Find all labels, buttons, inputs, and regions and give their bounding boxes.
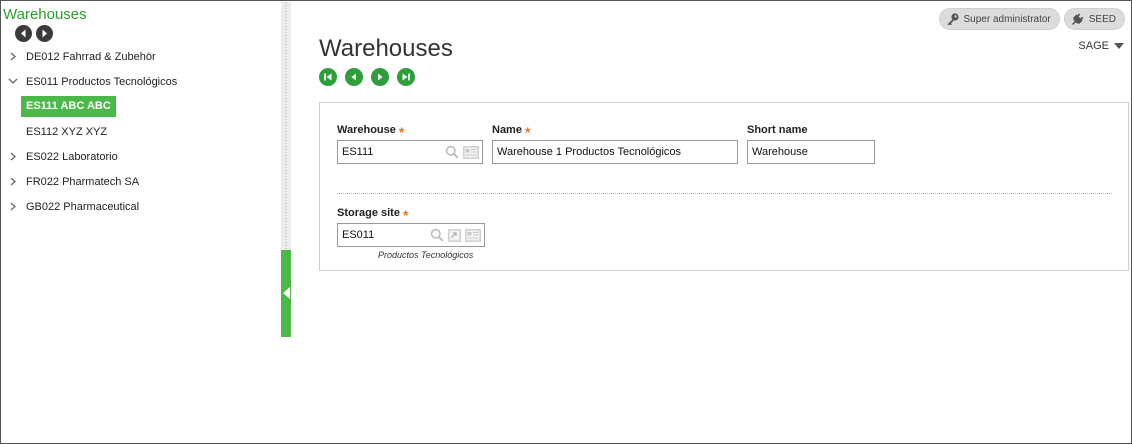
chevron-right-icon[interactable] xyxy=(8,51,18,61)
storage-site-input[interactable]: ES011 xyxy=(337,223,485,247)
tree-item-gb022[interactable]: GB022 Pharmaceutical xyxy=(2,194,281,219)
warehouse-field: Warehouse * ES111 xyxy=(337,123,483,164)
tree-item-label: FR022 Pharmatech SA xyxy=(26,175,140,188)
last-icon xyxy=(402,73,410,81)
tree-item-label: ES112 XYZ XYZ xyxy=(26,125,108,138)
name-field: Name * Warehouse 1 Productos Tecnológico… xyxy=(492,123,738,164)
name-input[interactable]: Warehouse 1 Productos Tecnológicos xyxy=(492,140,738,164)
user-label: Super administrator xyxy=(963,13,1051,25)
short-name-label-text: Short name xyxy=(747,124,808,136)
tree-item-es111[interactable]: ES111 ABC ABC xyxy=(2,94,281,119)
tree-item-fr022[interactable]: FR022 Pharmatech SA xyxy=(2,169,281,194)
short-name-field: Short name Warehouse xyxy=(747,123,875,164)
tree-item-de012[interactable]: DE012 Fahrrad & Zubehör xyxy=(2,44,281,69)
first-icon xyxy=(324,73,332,81)
required-marker: * xyxy=(398,124,405,140)
left-panel-title: Warehouses xyxy=(3,6,87,23)
search-icon[interactable] xyxy=(445,145,459,159)
tree-item-es112[interactable]: ES112 XYZ XYZ xyxy=(2,119,281,144)
caret-down-icon xyxy=(1114,43,1124,49)
previous-icon xyxy=(351,73,356,81)
short-name-field-label: Short name xyxy=(747,123,875,137)
last-record-button[interactable] xyxy=(397,68,415,86)
key-icon xyxy=(947,13,959,26)
next-button[interactable] xyxy=(36,25,53,42)
tree-item-label: GB022 Pharmaceutical xyxy=(26,200,140,213)
warehouse-input-icons xyxy=(445,145,479,159)
arrow-left-icon xyxy=(21,29,26,38)
chevron-right-icon[interactable] xyxy=(8,201,18,211)
required-marker: * xyxy=(402,207,409,223)
warehouse-input[interactable]: ES111 xyxy=(337,140,483,164)
tree-item-label: ES111 ABC ABC xyxy=(21,96,116,117)
page-title: Warehouses xyxy=(319,35,453,62)
chevron-right-icon[interactable] xyxy=(8,151,18,161)
record-navigation xyxy=(319,68,415,86)
collapse-panel-handle[interactable] xyxy=(281,250,291,337)
tree-item-label: DE012 Fahrrad & Zubehör xyxy=(26,50,156,63)
storage-site-label-text: Storage site xyxy=(337,207,400,219)
app-frame: Warehouses DE012 Fahrrad & Zubehör ES011… xyxy=(0,0,1132,444)
left-panel-nav xyxy=(15,25,53,42)
short-name-value: Warehouse xyxy=(752,146,808,158)
chevron-down-icon[interactable] xyxy=(8,76,18,86)
name-value: Warehouse 1 Productos Tecnológicos xyxy=(497,146,682,158)
warehouse-tree: DE012 Fahrrad & Zubehör ES011 Productos … xyxy=(2,44,281,219)
previous-button[interactable] xyxy=(15,25,32,42)
storage-site-field: Storage site * ES011 xyxy=(337,206,485,247)
section-divider xyxy=(337,193,1112,194)
collapse-arrow-icon xyxy=(283,287,290,299)
top-actions: Super administrator SEED xyxy=(938,8,1125,30)
required-marker: * xyxy=(524,124,531,140)
next-icon xyxy=(378,73,383,81)
folder-label: SEED xyxy=(1088,13,1116,25)
warehouse-form: Warehouse * ES111 Name * Warehouse 1 Pro… xyxy=(319,102,1129,271)
tree-item-label: ES022 Laboratorio xyxy=(26,150,118,163)
detail-card-icon[interactable] xyxy=(465,228,481,242)
company-menu-label: SAGE xyxy=(1078,40,1109,52)
next-record-button[interactable] xyxy=(371,68,389,86)
search-icon[interactable] xyxy=(430,228,444,242)
storage-site-description: Productos Tecnológicos xyxy=(378,250,474,260)
storage-site-input-icons xyxy=(430,228,481,242)
first-record-button[interactable] xyxy=(319,68,337,86)
tunnel-icon[interactable] xyxy=(448,228,461,242)
tree-item-label: ES011 Productos Tecnológicos xyxy=(26,75,178,88)
previous-record-button[interactable] xyxy=(345,68,363,86)
warehouse-field-label: Warehouse * xyxy=(337,123,483,140)
left-panel: Warehouses DE012 Fahrrad & Zubehör ES011… xyxy=(2,2,281,443)
storage-site-value: ES011 xyxy=(342,229,375,241)
name-label-text: Name xyxy=(492,124,522,136)
user-profile-button[interactable]: Super administrator xyxy=(938,8,1060,30)
short-name-input[interactable]: Warehouse xyxy=(747,140,875,164)
detail-card-icon[interactable] xyxy=(463,145,479,159)
tree-item-es022[interactable]: ES022 Laboratorio xyxy=(2,144,281,169)
company-menu[interactable]: SAGE xyxy=(1078,40,1124,52)
chevron-right-icon[interactable] xyxy=(8,176,18,186)
warehouse-value: ES111 xyxy=(342,146,374,158)
plug-icon xyxy=(1071,13,1084,25)
arrow-right-icon xyxy=(42,29,47,38)
warehouse-label-text: Warehouse xyxy=(337,124,396,136)
tree-item-es011[interactable]: ES011 Productos Tecnológicos xyxy=(2,69,281,94)
folder-button[interactable]: SEED xyxy=(1063,8,1125,30)
name-field-label: Name * xyxy=(492,123,738,140)
storage-site-field-label: Storage site * xyxy=(337,206,485,223)
